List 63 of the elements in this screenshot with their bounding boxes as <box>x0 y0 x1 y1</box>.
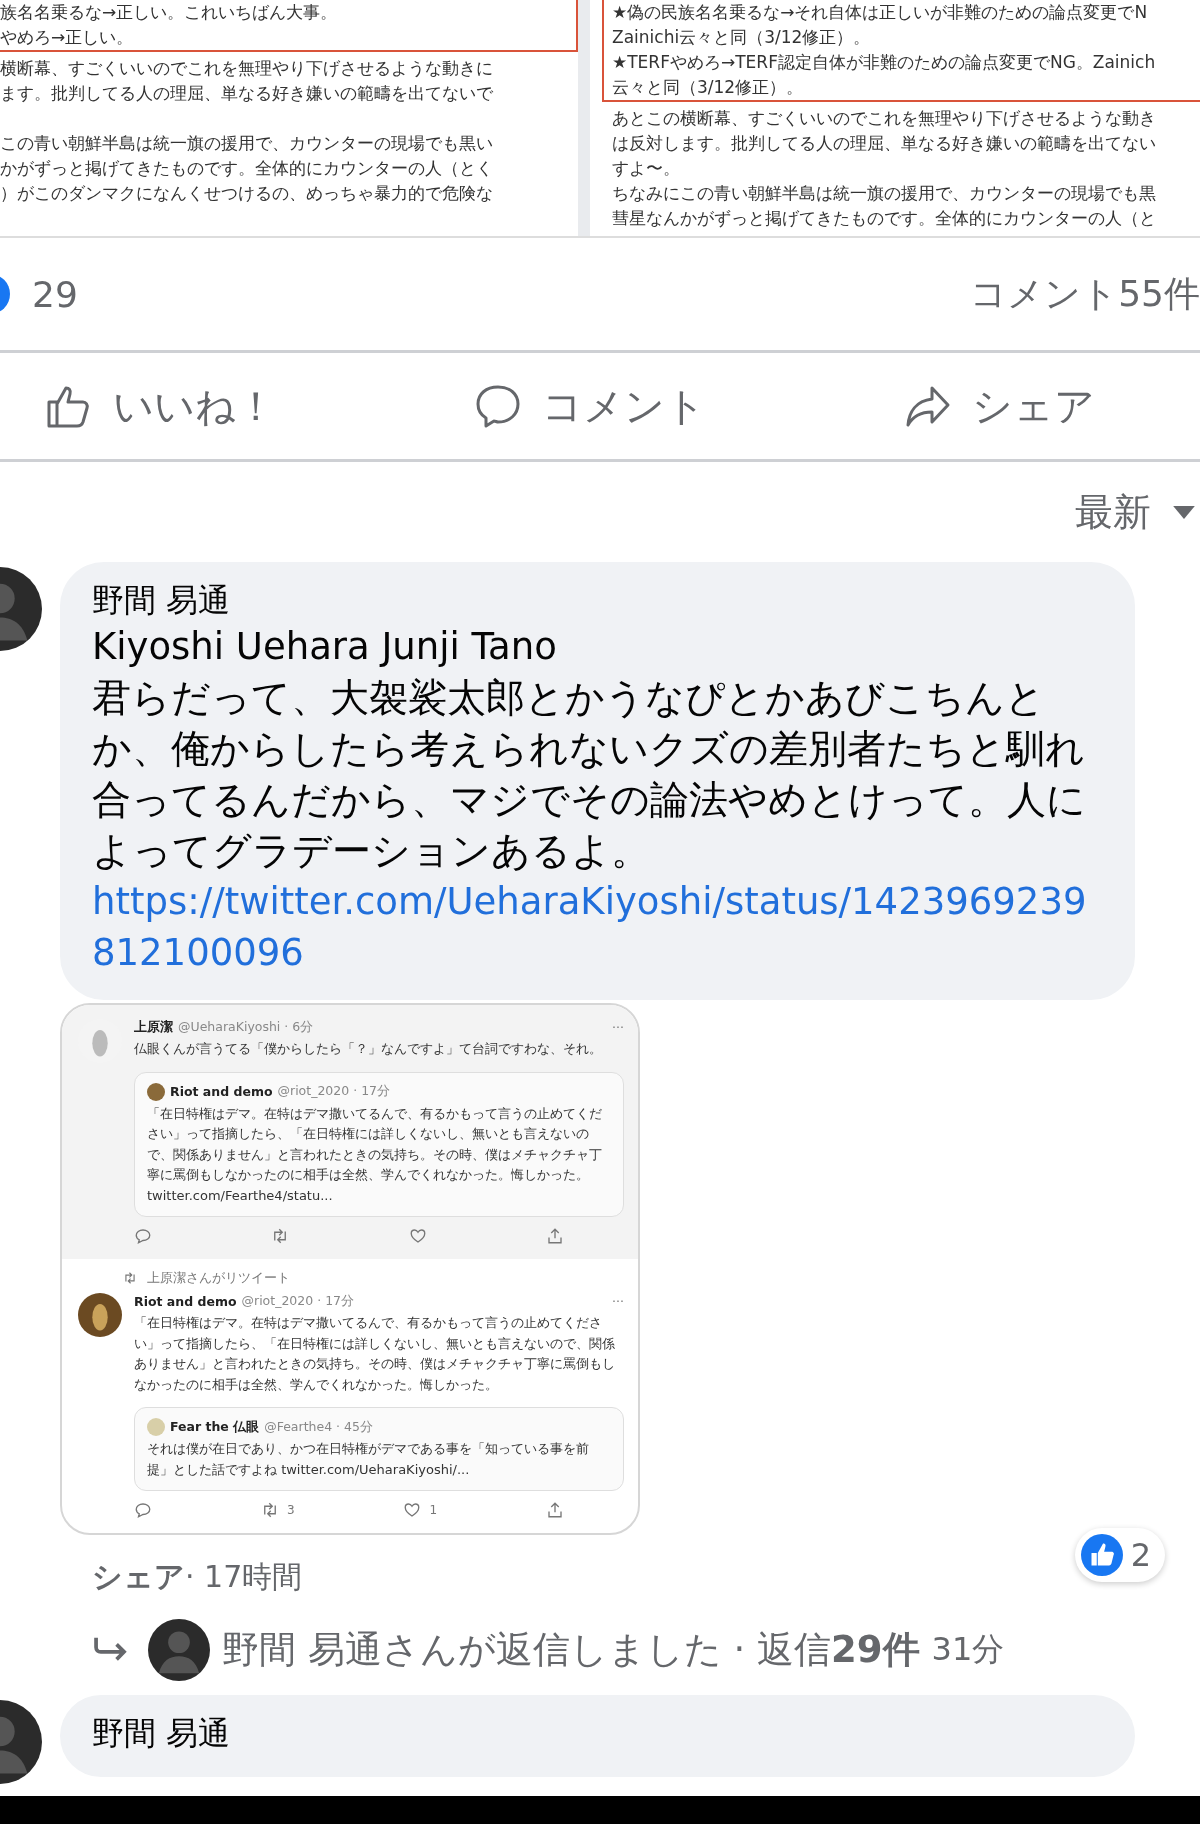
tweet-screenshot[interactable] <box>60 1003 640 1535</box>
tweet-text: それは僕が在日であり、かつ在日特権がデマである事を「知っている事を前提」とした話ですよね twitter.com/UeharaKiyoshi/... <box>147 1440 590 1479</box>
tweet-text: 「在日特権はデマ。在特はデマ撒いてるんで、有るかもって言うの止めてください」って指摘したら、「在日特権には詳しくないし、無いとも言えないので、関係ありません」と言われたときの気持ち。その時、僕はメチャクチャ丁寧に罵倒もしなかったのに相手は全然、学んでくれなかった。悔しかった。 twitter.com/Fearthe4/statu... <box>147 1104 603 1205</box>
avatar <box>147 1082 165 1101</box>
author-name[interactable]: 野間 易通 <box>92 1711 1103 1755</box>
reply-icon <box>134 1501 152 1519</box>
document-line: 云々と同（3/12修正）。 <box>612 76 805 99</box>
share-link[interactable]: シェア <box>92 1558 185 1594</box>
document-line: ★TERFやめろ→TERF認定自体が非難のための論点変更でNG。Zainich <box>612 51 1157 74</box>
document-line: やめろ→正しい。 <box>0 26 135 49</box>
more-icon: ··· <box>612 1020 624 1035</box>
document-line: Zainichi云々と同（3/12修正）。 <box>612 26 872 49</box>
retweet-icon <box>123 1271 137 1285</box>
document-line: は反対します。批判してる人の理屈、単なる好き嫌いの範疇を出てない <box>612 132 1157 155</box>
document-line: ）がこのダンマクになんくせつけるの、めっちゃ暴力的で危険な <box>0 182 494 205</box>
document-line: この青い朝鮮半島は統一旗の援用で、カウンターの現場でも黒い <box>0 132 494 155</box>
document-line: ます。批判してる人の理屈、単なる好き嫌いの範疇を出てないで <box>0 82 494 105</box>
document-line: ちなみにこの青い朝鮮半島は統一旗の援用で、カウンターの現場でも黒 <box>612 182 1157 205</box>
like-button[interactable]: いいね！ <box>45 378 276 434</box>
caret-icon <box>1173 505 1195 519</box>
user-name: Riot and demo <box>170 1084 273 1099</box>
avatar <box>147 1418 165 1436</box>
user-handle: @Fearthe4 · 45分 <box>264 1418 373 1436</box>
document-line: 横断幕、すごくいいのでこれを無理やり下げさせるような動きに <box>0 57 494 80</box>
thumbs-up-icon <box>1080 1534 1123 1576</box>
reaction-badge[interactable]: 2 <box>1074 1528 1165 1582</box>
user-handle: @UeharaKiyoshi · 6分 <box>178 1019 314 1036</box>
replies-link[interactable]: 野間 易通さんが返信しました · 返信29件 <box>222 1625 920 1675</box>
timestamp: 31分 <box>931 1629 1005 1670</box>
upload-icon <box>546 1501 564 1519</box>
avatar[interactable] <box>148 1619 210 1681</box>
mention[interactable]: Kiyoshi Uehara Junji Tano <box>92 622 1103 672</box>
timestamp: · 17時間 <box>185 1558 303 1594</box>
user-name: 上原潔 <box>134 1019 173 1036</box>
user-name: Riot and demo <box>134 1294 237 1309</box>
avatar <box>78 1293 122 1337</box>
author-name[interactable]: 野間 易通 <box>92 578 1103 622</box>
action-count: 3 <box>286 1503 295 1517</box>
action-count: 1 <box>429 1503 438 1517</box>
share-button[interactable]: シェア <box>904 378 1095 434</box>
comment-count[interactable]: コメント55件 <box>970 269 1200 319</box>
user-name: Fear the 仏眼 <box>170 1418 260 1436</box>
reply-icon <box>134 1227 152 1245</box>
more-icon: ··· <box>612 1294 624 1309</box>
link[interactable]: https://twitter.com/UeharaKiyoshi/status/1423969239812100096 <box>92 876 1103 978</box>
sort-dropdown[interactable]: 最新 <box>1075 486 1195 538</box>
comment-button[interactable]: コメント <box>474 378 706 434</box>
retweet-label: 上原潔さんがリツイート <box>147 1269 290 1287</box>
tweet-text: 「在日特権はデマ。在特はデマ撒いてるんで、有るかもって言うの止めてください」って指摘したら、「在日特権には詳しくないし、無いとも言えないので、関係ありません」と言われたときの気持ち。その時、僕はメチャクチャ丁寧に罵倒もしなかったのに相手は全然、学んでくれなかった。悔しかった。 <box>134 1314 616 1394</box>
heart-icon <box>408 1227 427 1245</box>
comment-text: 君らだって、大袈裟太郎とかうなぴとかあびこちんとか、俺からしたら考えられないクズの差別者たちと馴れ合ってるんだから、マジでその論法やめとけって。人によってグラデーションあるよ。 <box>92 674 1087 875</box>
reaction-count[interactable]: 29 <box>32 273 78 315</box>
tweet-text: 仏眼くんが言うてる「僕からしたら「？」なんですよ」て台詞ですわな、それ。 <box>134 1040 603 1058</box>
user-handle: @riot_2020 · 17分 <box>277 1083 391 1100</box>
heart-icon <box>403 1501 422 1519</box>
document-line: 族名名乗るな→正しい。これいちばん大事。 <box>0 1 339 24</box>
document-line: ★偽の民族名名乗るな→それ自体は正しいが非難のための論点変更でN <box>612 1 1149 24</box>
document-line: すよ〜。 <box>612 157 681 180</box>
document-line: あとこの横断幕、すごくいいのでこれを無理やり下げさせるような動き <box>612 107 1157 130</box>
document-line: 彗星なんかがずっと掲げてきたものです。全体的にカウンターの人（と <box>612 207 1157 230</box>
user-handle: @riot_2020 · 17分 <box>241 1293 355 1310</box>
document-line: かがずっと掲げてきたものです。全体的にカウンターの人（とく <box>0 157 494 180</box>
upload-icon <box>546 1227 564 1245</box>
